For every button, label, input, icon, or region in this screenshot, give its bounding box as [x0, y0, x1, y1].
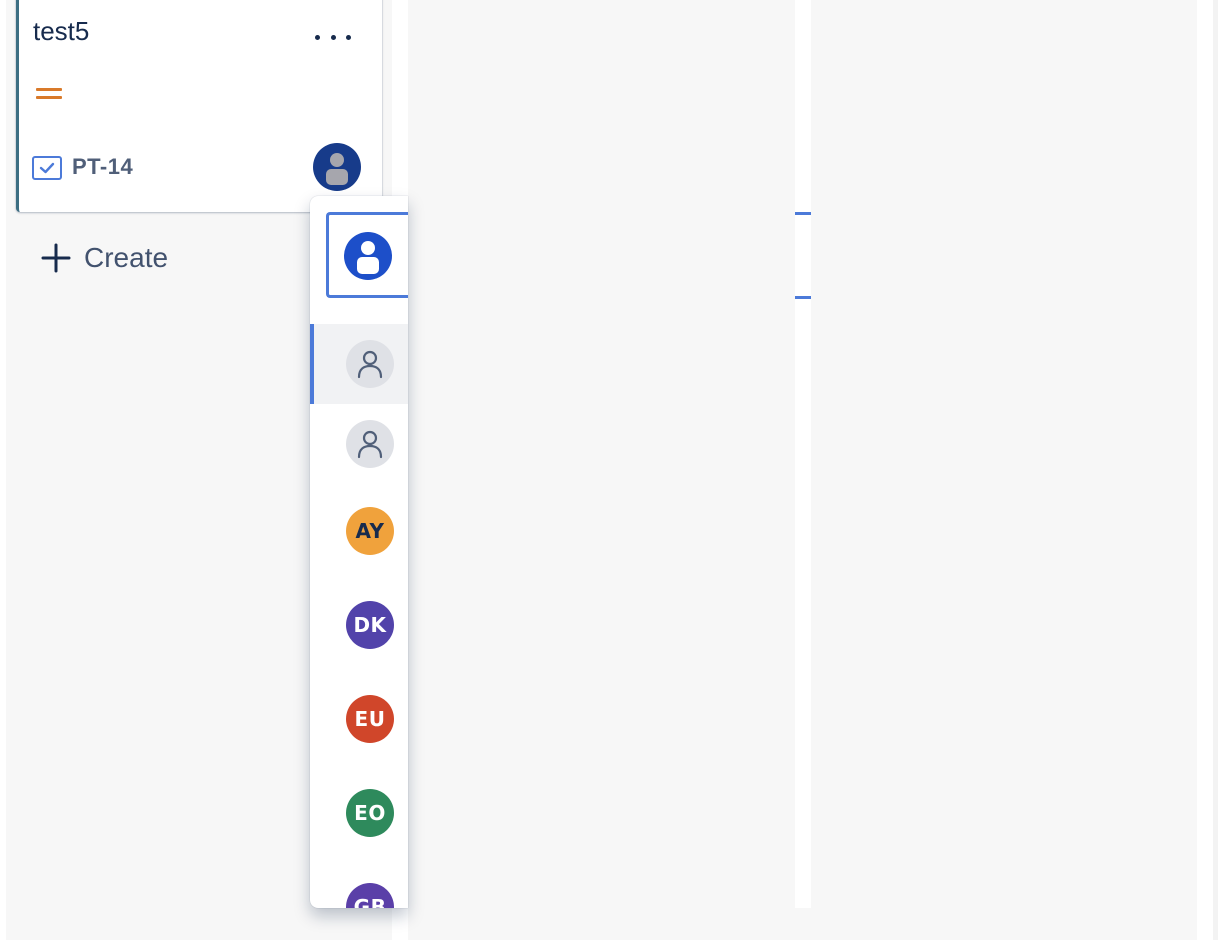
- user-avatar-eu: EU: [346, 695, 394, 743]
- assignee-dropdown: AY DK EU EO GB: [310, 196, 408, 908]
- board-column-in-progress: [408, 0, 795, 940]
- priority-medium-icon: [36, 88, 62, 102]
- card-title: test5: [33, 16, 90, 46]
- board-column-done: [811, 0, 1197, 940]
- user-avatar-ay: AY: [346, 507, 394, 555]
- automatic-user-icon: [346, 420, 394, 468]
- current-user-avatar-icon: [344, 232, 392, 280]
- plus-icon: [41, 243, 71, 273]
- column-gap-fill: [795, 908, 811, 940]
- assignee-option-ay[interactable]: AY: [310, 484, 408, 564]
- user-avatar-icon: [326, 153, 348, 185]
- assignee-option-automatic[interactable]: [310, 404, 408, 484]
- assignee-option-eo[interactable]: EO: [310, 766, 408, 846]
- assignee-option-gb[interactable]: GB: [310, 860, 408, 908]
- task-checkbox-icon: [32, 156, 62, 180]
- board-column-edge: [1213, 0, 1218, 940]
- assignee-option-dk[interactable]: DK: [310, 578, 408, 658]
- input-focus-border-top: [795, 212, 811, 215]
- card-more-actions-button[interactable]: [313, 22, 353, 52]
- assignee-search-input[interactable]: [326, 212, 408, 298]
- create-issue-button[interactable]: Create: [40, 238, 168, 278]
- assignee-avatar-button[interactable]: [313, 143, 361, 191]
- issue-card[interactable]: test5 PT-14: [16, 0, 382, 212]
- create-label: Create: [84, 242, 169, 273]
- assignee-option-unassigned[interactable]: [310, 324, 408, 404]
- user-avatar-eo: EO: [346, 789, 394, 837]
- unassigned-user-icon: [346, 340, 394, 388]
- more-horizontal-icon: [315, 34, 320, 40]
- user-avatar-dk: DK: [346, 601, 394, 649]
- user-avatar-gb: GB: [346, 883, 394, 908]
- input-focus-border-bottom: [795, 296, 811, 299]
- issue-key: PT-14: [72, 154, 134, 179]
- assignee-option-eu[interactable]: EU: [310, 672, 408, 752]
